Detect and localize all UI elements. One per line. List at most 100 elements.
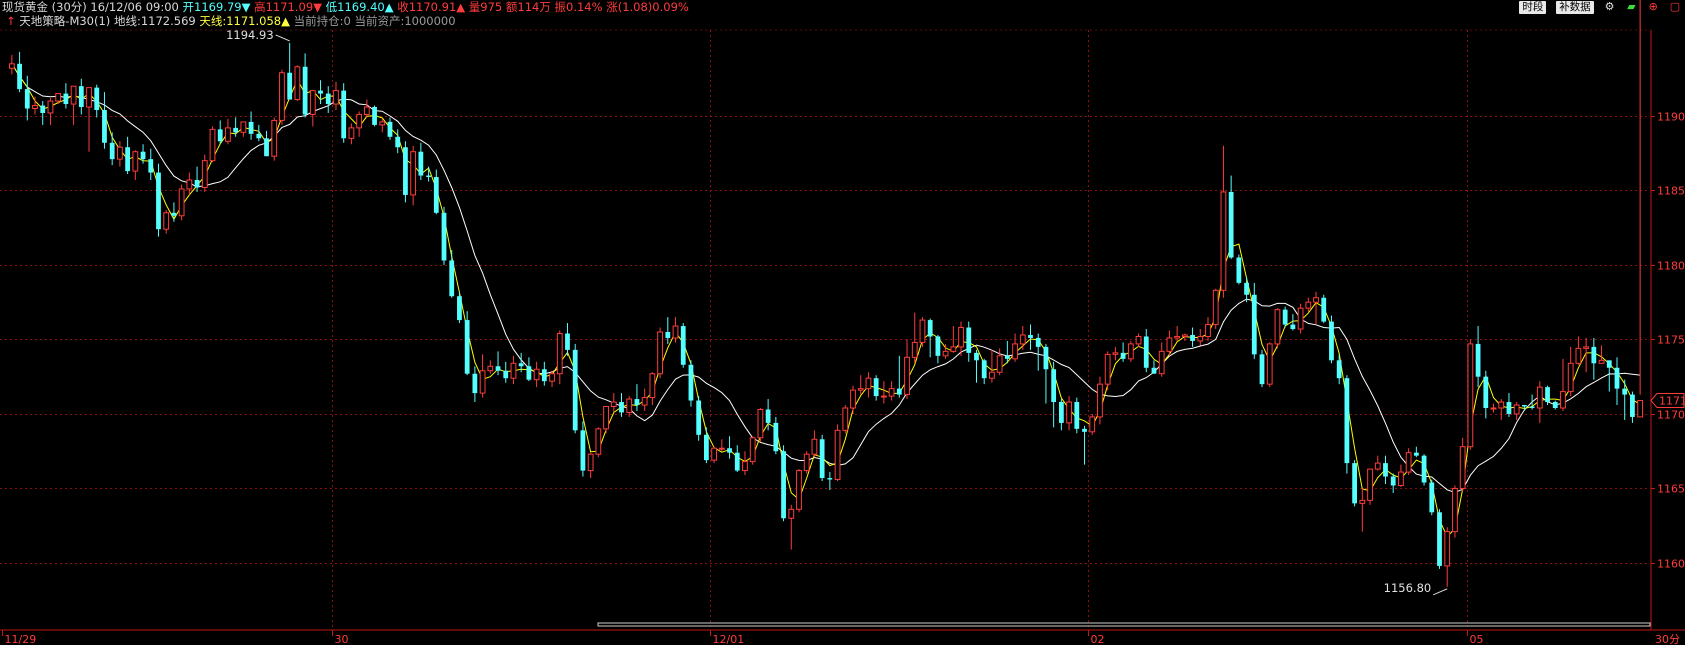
candle-down bbox=[464, 320, 470, 374]
candle-up bbox=[1459, 446, 1466, 489]
candle-down bbox=[1004, 355, 1010, 359]
candle-down bbox=[256, 133, 262, 139]
current-price-label: 1171 bbox=[1659, 395, 1685, 408]
ma-slow-line bbox=[11, 63, 1641, 493]
candle-down bbox=[696, 400, 702, 435]
candlesticks bbox=[8, 0, 1644, 587]
candle-up bbox=[603, 406, 609, 430]
candle-down bbox=[935, 336, 941, 356]
candle-down bbox=[1043, 346, 1049, 370]
candle-down bbox=[1506, 402, 1512, 414]
candle-down bbox=[1259, 354, 1265, 385]
candle-up bbox=[742, 461, 748, 472]
candle-down bbox=[734, 452, 740, 471]
candle-up bbox=[1398, 471, 1404, 486]
candle-up bbox=[911, 341, 918, 358]
candle-up bbox=[1405, 452, 1412, 473]
price-tick-label: 1160 bbox=[1657, 558, 1685, 571]
candle-up bbox=[1452, 487, 1458, 533]
candle-down bbox=[518, 363, 524, 367]
candle-down bbox=[1120, 352, 1126, 359]
candle-down bbox=[1429, 482, 1435, 513]
candle-up bbox=[240, 121, 247, 133]
candle-up bbox=[271, 119, 278, 157]
candle-up bbox=[749, 437, 756, 463]
candle-down bbox=[1614, 367, 1620, 389]
candle-down bbox=[302, 66, 308, 115]
candle-up bbox=[1205, 324, 1211, 337]
candle-up bbox=[1174, 335, 1181, 339]
date-tick-label: 02 bbox=[1091, 633, 1105, 645]
candle-down bbox=[78, 86, 84, 108]
candle-down bbox=[1035, 337, 1041, 347]
candle-down bbox=[1390, 476, 1396, 486]
candle-down bbox=[1028, 334, 1033, 338]
price-chart[interactable]: 1160 1165 1170 1175 1180 1185 1190 1171 11/29 30… bbox=[0, 0, 1685, 645]
candle-up bbox=[880, 395, 887, 398]
candle-up bbox=[70, 85, 77, 105]
candle-down bbox=[541, 369, 547, 382]
candle-down bbox=[341, 90, 347, 139]
candle-down bbox=[827, 478, 833, 480]
candle-up bbox=[487, 365, 494, 372]
candle-down bbox=[619, 402, 624, 413]
candle-down bbox=[418, 151, 424, 176]
candle-up bbox=[950, 346, 957, 352]
high-annotation-leader bbox=[275, 34, 290, 42]
candle-down bbox=[1630, 394, 1635, 417]
candle-down bbox=[426, 175, 431, 178]
candle-up bbox=[796, 470, 802, 510]
candle-up bbox=[1444, 531, 1451, 567]
candle-up bbox=[850, 389, 856, 409]
candle-up bbox=[1598, 359, 1605, 364]
candle-up bbox=[479, 370, 486, 394]
candle-up bbox=[294, 66, 301, 101]
candle-up bbox=[718, 447, 725, 450]
candle-down bbox=[148, 159, 154, 173]
candle-down bbox=[1475, 343, 1481, 377]
candle-down bbox=[17, 63, 22, 90]
candle-up bbox=[711, 447, 717, 461]
candle-up bbox=[595, 428, 602, 455]
candle-down bbox=[325, 93, 331, 105]
candle-up bbox=[379, 121, 386, 126]
date-tick-label: 11/29 bbox=[5, 633, 37, 645]
candle-down bbox=[1552, 402, 1558, 408]
candle-down bbox=[63, 93, 69, 105]
candle-up bbox=[1220, 191, 1227, 291]
chart-grid bbox=[0, 29, 1685, 631]
candle-up bbox=[610, 401, 617, 407]
candle-up bbox=[958, 327, 964, 348]
candle-down bbox=[1529, 406, 1535, 408]
price-tick-label: 1185 bbox=[1657, 185, 1685, 198]
ma-fast-line bbox=[11, 63, 1641, 538]
date-axis: 11/293012/0102050630分 bbox=[2, 630, 1680, 645]
candle-down bbox=[125, 147, 131, 172]
period-label: 30分 bbox=[1655, 633, 1680, 645]
candle-up bbox=[186, 179, 193, 190]
candle-down bbox=[1082, 428, 1087, 432]
candle-up bbox=[1560, 391, 1566, 409]
candle-down bbox=[1236, 257, 1242, 283]
candle-up bbox=[1066, 401, 1072, 424]
candle-down bbox=[387, 121, 393, 137]
price-tick-label: 1180 bbox=[1657, 260, 1685, 273]
candle-down bbox=[395, 136, 401, 148]
candle-down bbox=[495, 366, 501, 371]
candle-down bbox=[1606, 360, 1612, 368]
candle-up bbox=[1166, 337, 1173, 352]
candle-down bbox=[781, 451, 786, 519]
candle-down bbox=[264, 138, 269, 157]
candle-up bbox=[1374, 462, 1381, 470]
candle-down bbox=[565, 333, 570, 350]
candle-down bbox=[472, 373, 478, 394]
candle-up bbox=[857, 388, 864, 391]
candle-down bbox=[819, 439, 825, 479]
candle-up bbox=[1367, 468, 1373, 501]
price-tick-label: 1170 bbox=[1657, 409, 1685, 422]
candle-up bbox=[117, 146, 123, 160]
candle-up bbox=[309, 90, 316, 115]
candle-up bbox=[1536, 386, 1543, 409]
candle-up bbox=[1274, 309, 1281, 345]
candle-down bbox=[109, 142, 115, 160]
